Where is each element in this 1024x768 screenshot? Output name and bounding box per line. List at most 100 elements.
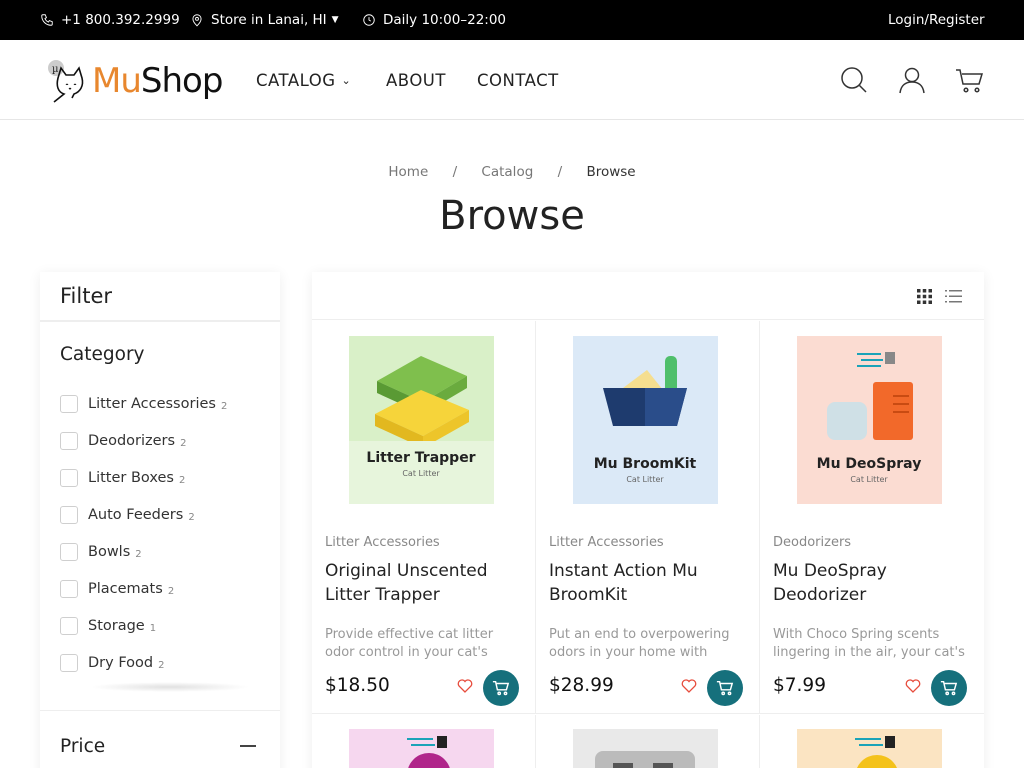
category-checkbox[interactable] xyxy=(60,469,78,487)
category-label: Placemats xyxy=(88,581,163,597)
cart-button[interactable] xyxy=(955,65,985,95)
category-label: Litter Accessories xyxy=(88,396,216,412)
view-toolbar xyxy=(312,272,984,320)
product-image[interactable]: Litter Trapper Cat Litter xyxy=(349,336,494,504)
svg-text:Mu DeoSpray: Mu DeoSpray xyxy=(817,456,922,472)
cat-logo-icon: µ xyxy=(48,60,84,103)
category-count: 2 xyxy=(167,585,175,597)
filter-title: Filter xyxy=(40,272,280,322)
phone-link[interactable]: +1 800.392.2999 xyxy=(40,0,180,40)
category-label: Litter Boxes xyxy=(88,470,174,486)
add-to-cart-button[interactable] xyxy=(931,670,967,706)
cart-icon xyxy=(956,69,984,93)
top-bar: +1 800.392.2999 Store in Lanai, HI ▼ Dai… xyxy=(0,0,1024,40)
product-category: Litter Accessories xyxy=(549,535,664,550)
category-checkbox[interactable] xyxy=(60,506,78,524)
breadcrumb-home[interactable]: Home xyxy=(388,164,428,180)
product-description: With Choco Spring scents lingering in th… xyxy=(773,627,965,660)
price-filter-section[interactable]: Price xyxy=(40,710,280,768)
nav-about[interactable]: ABOUT xyxy=(386,40,446,120)
product-card[interactable] xyxy=(760,715,984,768)
category-label: Deodorizers xyxy=(88,433,176,449)
heart-icon[interactable] xyxy=(905,679,921,693)
category-checkbox[interactable] xyxy=(60,654,78,672)
breadcrumb: Home / Catalog / Browse xyxy=(0,164,1024,180)
caret-down-icon: ▼ xyxy=(331,15,339,25)
login-register-link[interactable]: Login/Register xyxy=(888,0,985,40)
site-header: µ MuShop CATALOG ⌄ ABOUT CONTACT xyxy=(0,40,1024,120)
product-price: $7.99 xyxy=(773,675,826,696)
category-count: 2 xyxy=(178,474,186,486)
category-label: Storage xyxy=(88,618,145,634)
product-grid-panel: Litter Trapper Cat Litter Litter Accesso… xyxy=(312,272,984,768)
product-description: Put an end to overpowering odors in your… xyxy=(549,627,730,660)
cart-icon xyxy=(940,680,958,696)
category-filter-item[interactable]: Dry Food 2 xyxy=(60,653,164,673)
product-card[interactable]: Mu DeoSpray Cat Litter Deodorizers Mu De… xyxy=(760,321,984,714)
svg-text:µ: µ xyxy=(52,64,59,75)
category-checkbox[interactable] xyxy=(60,617,78,635)
svg-text:Mu BroomKit: Mu BroomKit xyxy=(594,456,697,472)
product-image[interactable] xyxy=(349,729,494,768)
phone-icon xyxy=(41,14,53,26)
chevron-down-icon: ⌄ xyxy=(341,73,352,87)
category-filter-item[interactable]: Deodorizers 2 xyxy=(60,431,186,451)
account-button[interactable] xyxy=(897,65,927,95)
category-filter-item[interactable]: Auto Feeders 2 xyxy=(60,505,195,525)
product-category: Litter Accessories xyxy=(325,535,440,550)
phone-number: +1 800.392.2999 xyxy=(61,12,180,28)
category-checkbox[interactable] xyxy=(60,580,78,598)
product-card[interactable]: Litter Trapper Cat Litter Litter Accesso… xyxy=(312,321,536,714)
category-checkbox[interactable] xyxy=(60,543,78,561)
grid-view-icon[interactable] xyxy=(917,289,932,304)
category-count: 1 xyxy=(149,622,157,634)
category-label: Bowls xyxy=(88,544,131,560)
nav-catalog[interactable]: CATALOG ⌄ xyxy=(256,40,351,120)
svg-text:Cat Litter: Cat Litter xyxy=(626,475,664,484)
mushop-logo[interactable]: µ MuShop xyxy=(44,56,223,106)
nav-contact[interactable]: CONTACT xyxy=(477,40,559,120)
add-to-cart-button[interactable] xyxy=(483,670,519,706)
product-name[interactable]: Original Unscented Litter Trapper xyxy=(325,559,525,607)
category-label: Auto Feeders xyxy=(88,507,184,523)
product-card[interactable] xyxy=(536,715,760,768)
breadcrumb-catalog[interactable]: Catalog xyxy=(481,164,533,180)
product-image[interactable] xyxy=(797,729,942,768)
category-filter-item[interactable]: Litter Boxes 2 xyxy=(60,468,185,488)
product-image[interactable]: Mu DeoSpray Cat Litter xyxy=(797,336,942,504)
nav-about-label: ABOUT xyxy=(386,70,446,90)
heart-icon[interactable] xyxy=(681,679,697,693)
add-to-cart-button[interactable] xyxy=(707,670,743,706)
store-selector[interactable]: Store in Lanai, HI ▼ xyxy=(190,0,339,40)
search-icon xyxy=(841,67,867,93)
category-title: Category xyxy=(60,344,145,365)
category-checkbox[interactable] xyxy=(60,432,78,450)
svg-text:Litter Trapper: Litter Trapper xyxy=(366,450,475,466)
scroll-fade-shadow xyxy=(90,682,250,692)
product-card[interactable]: Mu BroomKit Cat Litter Litter Accessorie… xyxy=(536,321,760,714)
product-image[interactable] xyxy=(573,729,718,768)
breadcrumb-current: Browse xyxy=(586,164,636,180)
product-name[interactable]: Mu DeoSpray Deodorizer xyxy=(773,559,973,607)
collapse-minus-icon[interactable] xyxy=(240,745,256,747)
hours-text: Daily 10:00–22:00 xyxy=(383,12,507,28)
category-filter-item[interactable]: Bowls 2 xyxy=(60,542,142,562)
nav-catalog-label: CATALOG xyxy=(256,70,336,90)
breadcrumb-separator: / xyxy=(557,164,563,180)
clock-icon xyxy=(363,14,375,26)
cart-icon xyxy=(492,680,510,696)
heart-icon[interactable] xyxy=(457,679,473,693)
user-icon xyxy=(899,67,925,94)
category-filter-item[interactable]: Placemats 2 xyxy=(60,579,174,599)
search-button[interactable] xyxy=(839,65,869,95)
login-text: Login/Register xyxy=(888,12,985,28)
category-filter-item[interactable]: Litter Accessories 2 xyxy=(60,394,227,414)
product-image[interactable]: Mu BroomKit Cat Litter xyxy=(573,336,718,504)
category-filter-item[interactable]: Storage 1 xyxy=(60,616,156,636)
product-card[interactable] xyxy=(312,715,536,768)
price-title: Price xyxy=(60,736,106,757)
product-name[interactable]: Instant Action Mu BroomKit xyxy=(549,559,749,607)
list-view-icon[interactable] xyxy=(945,289,962,304)
category-checkbox[interactable] xyxy=(60,395,78,413)
breadcrumb-separator: / xyxy=(452,164,458,180)
